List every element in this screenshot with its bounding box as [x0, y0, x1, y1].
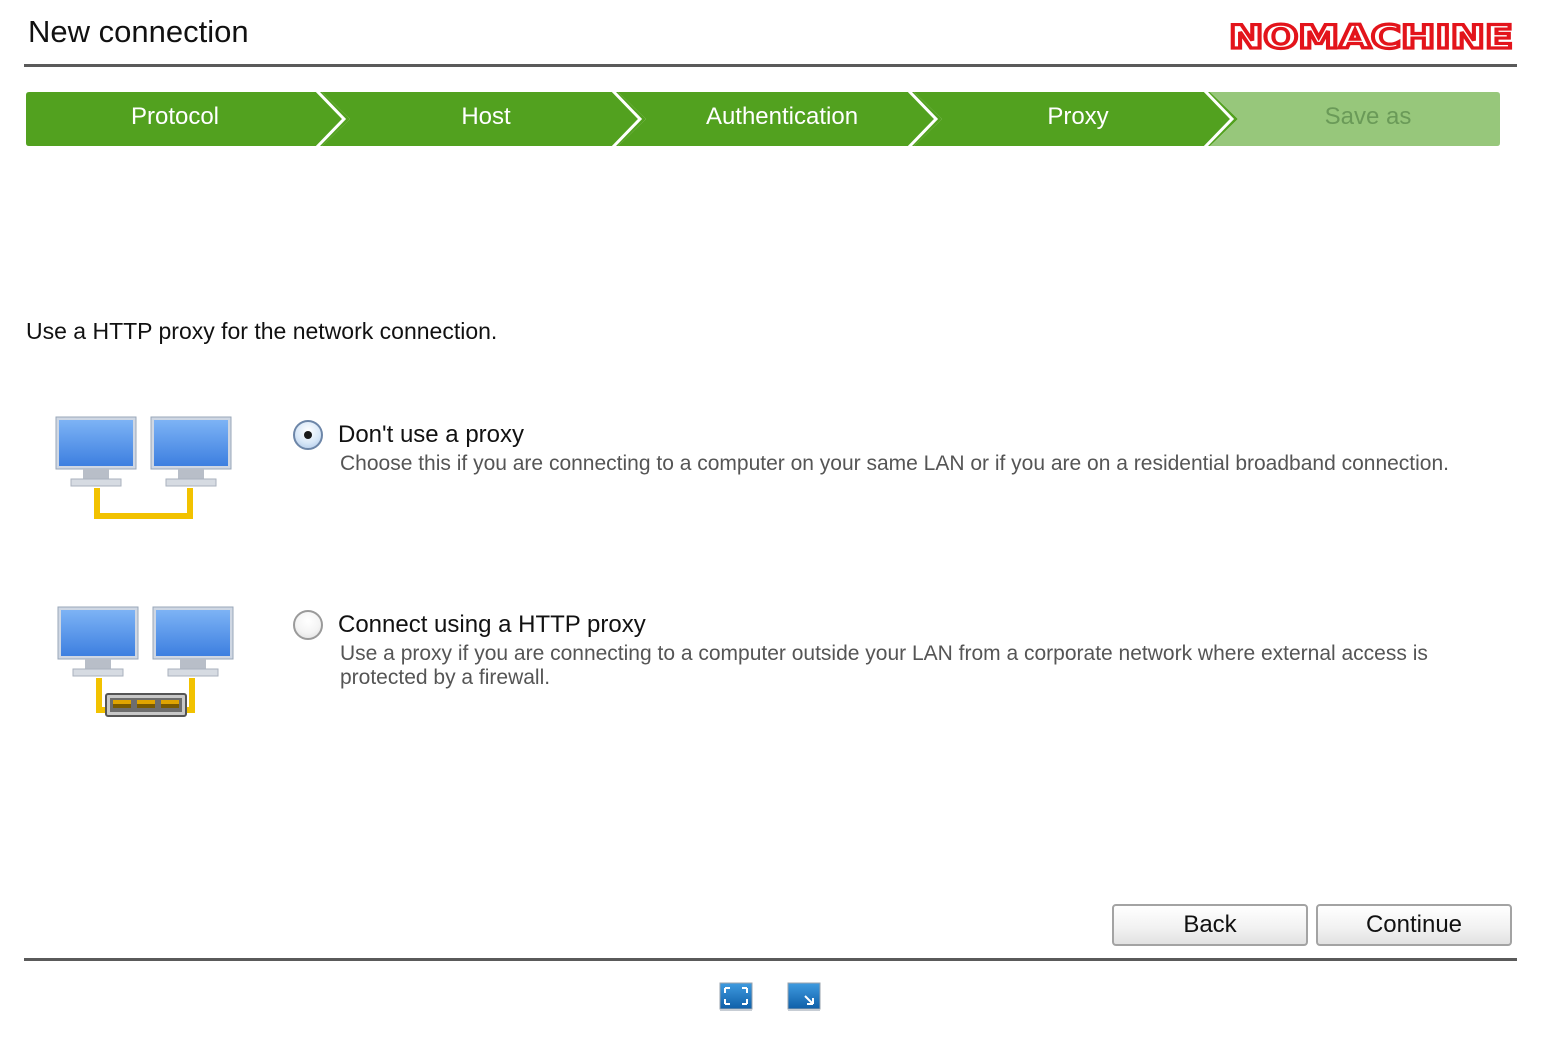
- step-authentication[interactable]: Authentication: [632, 92, 932, 146]
- step-host[interactable]: Host: [336, 92, 636, 146]
- http-proxy-description: Use a proxy if you are connecting to a c…: [340, 642, 1428, 689]
- wizard-steps: Protocol Host Authentication Proxy Save …: [26, 92, 1500, 146]
- intro-text: Use a HTTP proxy for the network connect…: [26, 318, 498, 344]
- nomachine-logo: NOMACHINE: [1227, 19, 1514, 53]
- no-proxy-label[interactable]: Don't use a proxy: [338, 421, 524, 449]
- step-proxy[interactable]: Proxy: [928, 92, 1228, 146]
- http-proxy-radio[interactable]: [293, 610, 323, 640]
- step-protocol[interactable]: Protocol: [26, 92, 324, 146]
- resize-window-icon[interactable]: [787, 982, 821, 1012]
- continue-button[interactable]: Continue: [1316, 904, 1512, 946]
- direct-lan-icon: [55, 416, 232, 519]
- footer-divider: [24, 958, 1517, 961]
- no-proxy-radio[interactable]: [293, 420, 323, 450]
- brand-text: NOMACHINE: [1229, 19, 1513, 53]
- header-divider: [24, 64, 1517, 67]
- no-proxy-description: Choose this if you are connecting to a c…: [340, 452, 1449, 475]
- http-proxy-label[interactable]: Connect using a HTTP proxy: [338, 611, 646, 639]
- window-title: New connection: [28, 14, 249, 49]
- proxy-network-icon: [57, 606, 234, 717]
- back-button[interactable]: Back: [1112, 904, 1308, 946]
- fullscreen-icon[interactable]: [719, 982, 753, 1012]
- radio-dot: [304, 431, 312, 439]
- step-save-as: Save as: [1324, 103, 1412, 130]
